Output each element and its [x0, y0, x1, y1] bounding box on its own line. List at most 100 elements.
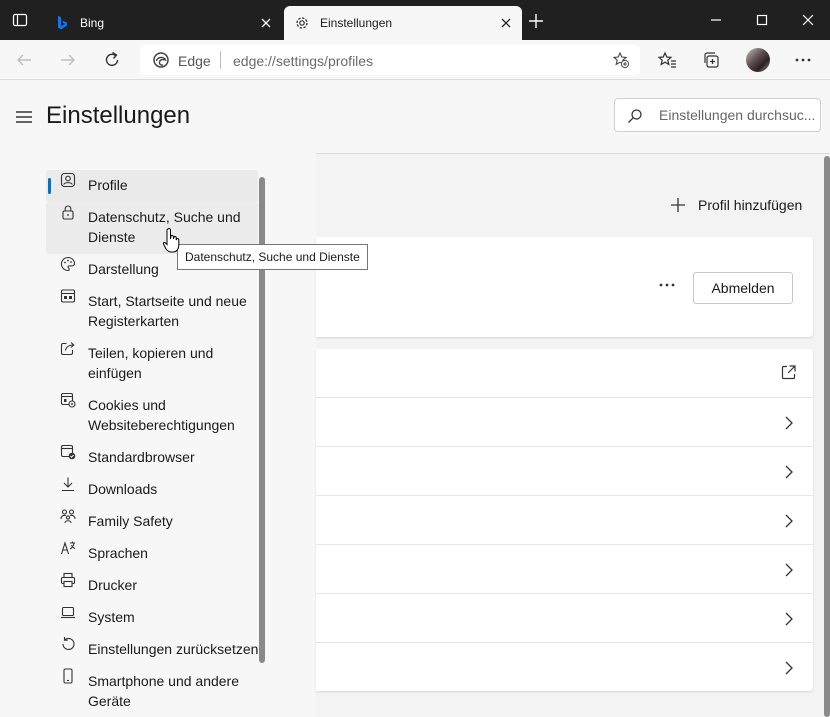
sidebar-item-label: Cookies und Websiteberechtigungen: [88, 397, 235, 433]
share-icon: [60, 342, 75, 356]
profile-settings-card: [316, 349, 813, 691]
tab-bing[interactable]: Bing: [44, 6, 282, 40]
page-title: Einstellungen: [46, 102, 191, 129]
settings-row[interactable]: [316, 349, 813, 398]
back-icon[interactable]: [14, 50, 34, 70]
sidebar-item-label: Standardbrowser: [88, 449, 195, 465]
settings-search[interactable]: [614, 98, 821, 132]
add-profile-button[interactable]: Profil hinzufügen: [669, 193, 802, 217]
main-content: Profil hinzufügen Abmelden: [316, 80, 830, 717]
tab-title: Bing: [80, 16, 105, 30]
hamburger-menu-icon[interactable]: [15, 110, 33, 124]
reset-icon: [62, 637, 75, 650]
sidebar-item-label: Family Safety: [88, 513, 173, 529]
chevron-right-icon: [785, 661, 793, 675]
signout-button[interactable]: Abmelden: [693, 272, 793, 304]
sidebar-item-system[interactable]: System: [46, 602, 258, 634]
collections-icon[interactable]: [701, 50, 721, 70]
content-header: [316, 80, 830, 154]
add-profile-label: Profil hinzufügen: [698, 197, 803, 213]
plus-icon: [671, 198, 685, 212]
sidebar-item-start-page[interactable]: Start, Startseite und neue Registerkarte…: [46, 286, 258, 338]
sidebar-item-label: Start, Startseite und neue Registerkarte…: [88, 293, 247, 329]
chevron-right-icon: [785, 612, 793, 626]
settings-row[interactable]: [316, 642, 813, 691]
hand-cursor-icon: [162, 227, 180, 253]
avatar[interactable]: [746, 48, 770, 72]
sidebar-item-label: Einstellungen zurücksetzen: [88, 641, 259, 657]
lock-icon: [62, 205, 74, 220]
chevron-right-icon: [785, 563, 793, 577]
settings-row[interactable]: [316, 495, 813, 544]
sidebar-item-label: Drucker: [88, 577, 138, 593]
more-profile-options-icon[interactable]: [656, 277, 678, 293]
add-favorite-icon[interactable]: [612, 51, 630, 69]
download-icon: [62, 477, 74, 492]
laptop-icon: [61, 606, 75, 619]
sidebar-item-reset[interactable]: Einstellungen zurücksetzen: [46, 634, 258, 666]
maximize-icon[interactable]: [754, 12, 770, 28]
chevron-right-icon: [785, 465, 793, 479]
chevron-right-icon: [785, 514, 793, 528]
sidebar-item-languages[interactable]: Sprachen: [46, 538, 258, 570]
tab-strip: Bing Einstellungen: [0, 0, 830, 40]
settings-row[interactable]: [316, 544, 813, 593]
sidebar-item-phone[interactable]: Smartphone und andere Geräte: [46, 666, 258, 717]
palette-icon: [60, 256, 76, 272]
tab-einstellungen[interactable]: Einstellungen: [284, 6, 522, 40]
bing-icon: [58, 16, 67, 30]
tab-title: Einstellungen: [320, 16, 393, 30]
close-tab-icon[interactable]: [258, 15, 274, 31]
edge-label: Edge: [178, 53, 211, 69]
sidebar-item-downloads[interactable]: Downloads: [46, 474, 258, 506]
close-tab-icon[interactable]: [498, 15, 514, 31]
family-icon: [60, 509, 76, 524]
start-page-icon: [60, 289, 76, 303]
settings-sidebar: Einstellungen Profile Datenschutz, Suche…: [0, 80, 316, 717]
minimize-icon[interactable]: [708, 12, 724, 28]
sidebar-item-label: Teilen, kopieren und einfügen: [88, 345, 214, 381]
cookies-icon: [60, 392, 76, 408]
content-scrollbar[interactable]: [824, 156, 830, 717]
url-text[interactable]: edge://settings/profiles: [233, 53, 373, 69]
sidebar-item-label: Sprachen: [88, 545, 148, 561]
sidebar-item-profile[interactable]: Profile: [46, 170, 258, 202]
profile-icon: [60, 172, 76, 188]
new-tab-icon[interactable]: [528, 13, 544, 29]
sidebar-item-label: Smartphone und andere Geräte: [88, 673, 239, 709]
tab-actions-icon: [12, 13, 28, 27]
active-indicator: [48, 178, 51, 194]
languages-icon: [60, 541, 76, 555]
toolbar: Edge edge://settings/profiles: [0, 40, 830, 80]
more-options-icon[interactable]: [793, 50, 813, 70]
chevron-right-icon: [785, 416, 793, 430]
address-bar[interactable]: Edge edge://settings/profiles: [140, 45, 640, 75]
sidebar-item-family-safety[interactable]: Family Safety: [46, 506, 258, 538]
sidebar-item-share[interactable]: Teilen, kopieren und einfügen: [46, 338, 258, 390]
favorites-icon[interactable]: [657, 50, 677, 70]
settings-row[interactable]: [316, 446, 813, 495]
close-window-icon[interactable]: [800, 12, 816, 28]
edge-icon: [153, 52, 169, 68]
default-browser-icon: [60, 444, 76, 460]
address-separator: [220, 51, 221, 69]
sidebar-item-label: System: [88, 609, 135, 625]
sidebar-item-cookies[interactable]: Cookies und Websiteberechtigungen: [46, 390, 258, 442]
settings-row[interactable]: [316, 593, 813, 642]
printer-icon: [60, 572, 76, 588]
tab-actions-button[interactable]: [0, 0, 40, 40]
gear-icon: [296, 17, 308, 29]
sidebar-item-label: Downloads: [88, 481, 158, 497]
sidebar-item-printer[interactable]: Drucker: [46, 570, 258, 602]
sidebar-item-label: Profile: [88, 177, 128, 193]
search-icon: [628, 109, 642, 123]
profile-card: Abmelden: [316, 237, 813, 337]
tooltip: Datenschutz, Suche und Dienste: [177, 244, 368, 270]
sidebar-item-default-browser[interactable]: Standardbrowser: [46, 442, 258, 474]
settings-row[interactable]: [316, 397, 813, 446]
external-link-icon: [781, 365, 796, 380]
forward-icon[interactable]: [58, 50, 78, 70]
refresh-icon[interactable]: [102, 50, 122, 70]
phone-icon: [63, 668, 73, 684]
search-input[interactable]: [659, 107, 817, 123]
